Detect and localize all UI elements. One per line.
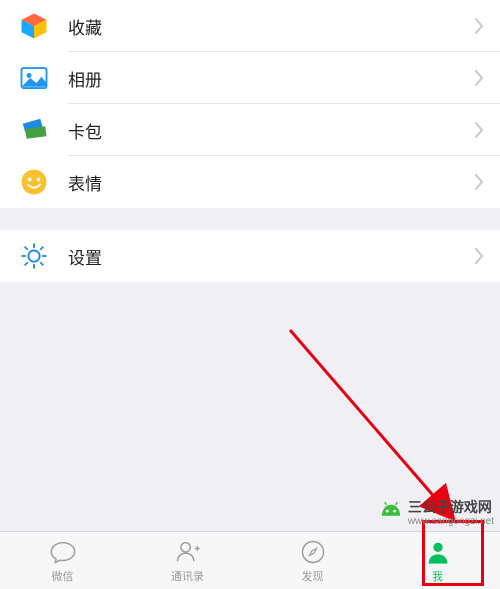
chevron-right-icon [474, 248, 484, 264]
row-album[interactable]: 相册 [0, 52, 500, 104]
tab-chats[interactable]: 微信 [0, 532, 125, 589]
tabbar: 微信 通讯录 发现 我 [0, 531, 500, 589]
tab-discover[interactable]: 发现 [250, 532, 375, 589]
tab-me[interactable]: 我 [375, 532, 500, 589]
tab-label: 发现 [302, 568, 324, 584]
row-settings[interactable]: 设置 [0, 230, 500, 282]
settings-group-2: 设置 [0, 230, 500, 282]
row-cards[interactable]: 卡包 [0, 104, 500, 156]
tab-contacts[interactable]: 通讯录 [125, 532, 250, 589]
chevron-right-icon [474, 70, 484, 86]
watermark-logo-icon [380, 502, 402, 524]
row-stickers[interactable]: 表情 [0, 156, 500, 208]
smile-icon [18, 166, 50, 198]
card-pack-icon [18, 114, 50, 146]
person-icon [424, 538, 452, 566]
row-label: 表情 [68, 170, 474, 195]
photo-icon [18, 62, 50, 94]
chevron-right-icon [474, 18, 484, 34]
chat-bubble-icon [49, 538, 77, 566]
chevron-right-icon [474, 174, 484, 190]
row-label: 收藏 [68, 14, 474, 39]
tab-label: 我 [432, 568, 443, 584]
watermark-url: www.sangongzi.net [408, 516, 494, 527]
cube-icon [18, 10, 50, 42]
compass-icon [299, 538, 327, 566]
chevron-right-icon [474, 122, 484, 138]
settings-group-1: 收藏 相册 卡包 [0, 0, 500, 208]
tab-label: 通讯录 [171, 568, 204, 584]
row-label: 设置 [68, 244, 474, 269]
gear-icon [18, 240, 50, 272]
watermark-title: 三公子游戏网 [408, 500, 494, 515]
tab-label: 微信 [52, 568, 74, 584]
watermark: 三公子游戏网 www.sangongzi.net [380, 500, 494, 527]
section-gap [0, 208, 500, 230]
row-label: 相册 [68, 66, 474, 91]
contacts-icon [174, 538, 202, 566]
row-favorites[interactable]: 收藏 [0, 0, 500, 52]
row-label: 卡包 [68, 118, 474, 143]
